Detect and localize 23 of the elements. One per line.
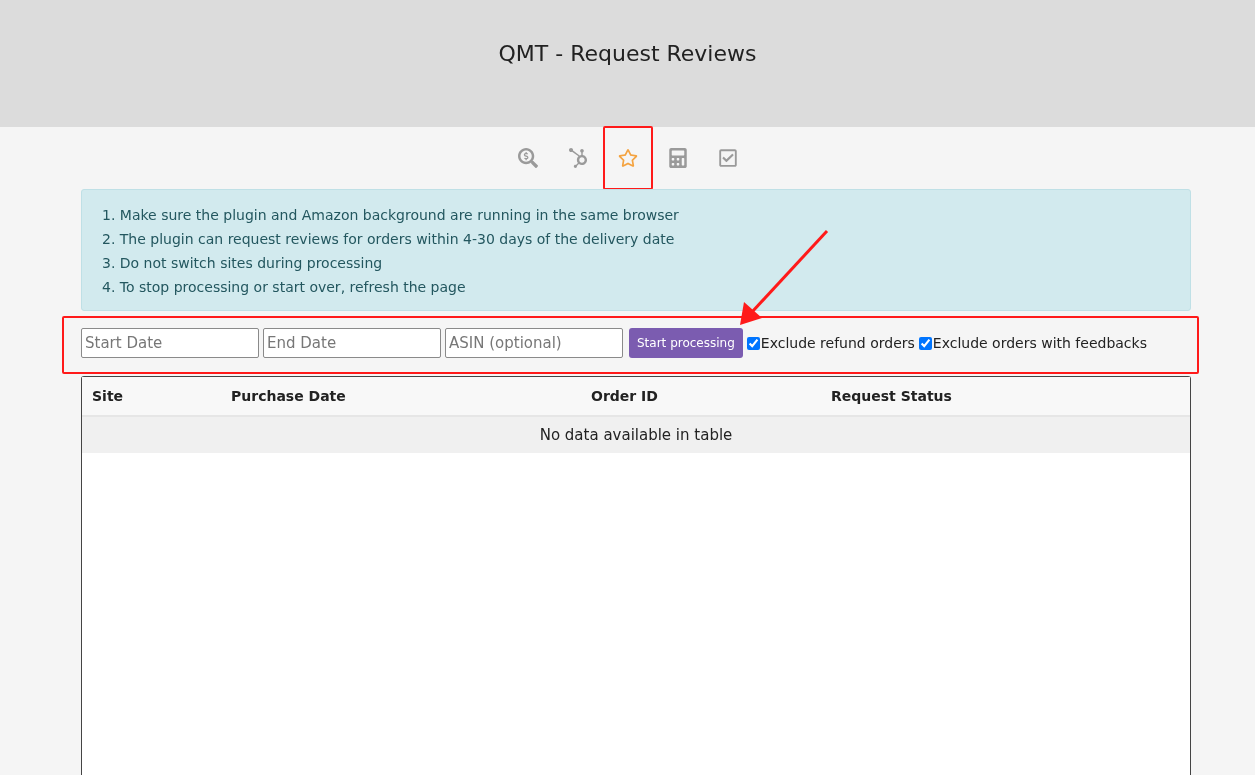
- column-header: Request Status: [830, 388, 953, 404]
- column-header: Site: [91, 388, 125, 404]
- notice-text: 3. Do not switch sites during processing: [102, 254, 384, 273]
- column-header: Order ID: [590, 388, 659, 404]
- hub-icon: [567, 148, 588, 168]
- text-field[interactable]: ASIN (optional): [445, 328, 623, 358]
- text-field[interactable]: End Date: [263, 328, 441, 358]
- text-field[interactable]: Start Date: [81, 328, 259, 358]
- empty-message: No data available in table: [82, 417, 1190, 453]
- checkbox-label: Exclude refund orders: [760, 335, 915, 351]
- notice-text: 4. To stop processing or start over, refresh the page: [102, 278, 467, 297]
- start-button[interactable]: Start processing: [629, 328, 743, 358]
- notice-text: 2. The plugin can request reviews for orders within 4-30 days of the delivery date: [102, 230, 676, 249]
- column-header: Purchase Date: [230, 388, 347, 404]
- calculator-icon: [667, 148, 688, 168]
- page-title: QMT - Request Reviews: [498, 41, 757, 66]
- checkbox[interactable]: [746, 336, 760, 350]
- checkbox-label: Exclude orders with feedbacks: [932, 335, 1147, 351]
- star-icon: [617, 148, 638, 168]
- checkbox[interactable]: [918, 336, 932, 350]
- notice-text: 1. Make sure the plugin and Amazon background are running in the same browser: [102, 206, 680, 225]
- search-dollar-icon: [517, 148, 538, 168]
- checkbox-icon: [717, 148, 738, 168]
